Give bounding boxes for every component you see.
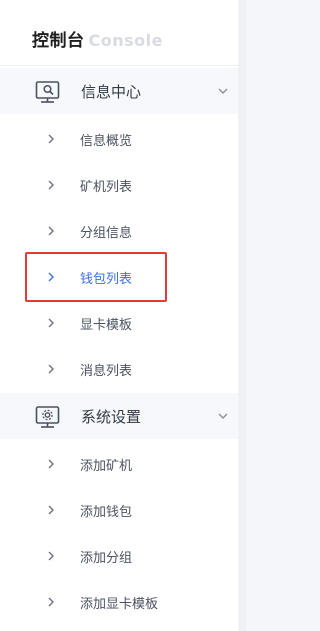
menu-item-message-list[interactable]: 消息列表 bbox=[0, 346, 238, 392]
menu-item-label: 信息概览 bbox=[80, 133, 133, 149]
menu-group-system-settings[interactable]: 系统设置 bbox=[0, 393, 238, 439]
chevron-right-icon bbox=[48, 226, 54, 236]
menu-item-label: 矿机列表 bbox=[80, 179, 133, 195]
brand-title: 控制台 bbox=[32, 31, 85, 51]
menu-item-label: 分组信息 bbox=[80, 225, 133, 241]
sidebar: 控制台 Console 信息中心 信息概览 矿机列表 分组信息 钱包列表 显卡模… bbox=[0, 0, 238, 631]
brand: 控制台 Console bbox=[32, 26, 163, 51]
menu-item-add-group[interactable]: 添加分组 bbox=[0, 533, 238, 579]
chevron-right-icon bbox=[48, 272, 54, 282]
menu-item-label: 钱包列表 bbox=[80, 271, 133, 287]
menu-item-label: 添加钱包 bbox=[80, 504, 133, 520]
monitor-report-icon bbox=[35, 81, 60, 103]
menu-item-info-overview[interactable]: 信息概览 bbox=[0, 116, 238, 162]
chevron-right-icon bbox=[48, 551, 54, 561]
chevron-right-icon bbox=[48, 364, 54, 374]
chevron-right-icon bbox=[48, 597, 54, 607]
menu-item-add-gpu-template[interactable]: 添加显卡模板 bbox=[0, 579, 238, 625]
chevron-right-icon bbox=[48, 180, 54, 190]
menu-item-gpu-template[interactable]: 显卡模板 bbox=[0, 300, 238, 346]
menu-group-label: 信息中心 bbox=[81, 82, 142, 101]
menu-item-label: 添加分组 bbox=[80, 550, 133, 566]
menu-item-group-info[interactable]: 分组信息 bbox=[0, 208, 238, 254]
chevron-down-icon bbox=[218, 413, 228, 419]
brand-subtitle: Console bbox=[88, 31, 163, 50]
chevron-right-icon bbox=[48, 318, 54, 328]
menu-item-wallet-list[interactable]: 钱包列表 bbox=[0, 254, 238, 300]
menu-item-add-wallet[interactable]: 添加钱包 bbox=[0, 487, 238, 533]
chevron-right-icon bbox=[48, 134, 54, 144]
menu-group-label: 系统设置 bbox=[81, 407, 142, 426]
chevron-right-icon bbox=[48, 505, 54, 515]
menu-item-label: 消息列表 bbox=[80, 363, 133, 379]
chevron-down-icon bbox=[218, 88, 228, 94]
chevron-right-icon bbox=[48, 459, 54, 469]
scrollbar-track[interactable] bbox=[238, 0, 246, 631]
menu-item-label: 添加矿机 bbox=[80, 458, 133, 474]
menu-item-label: 添加显卡模板 bbox=[80, 596, 159, 612]
divider bbox=[0, 65, 238, 66]
menu-item-miner-list[interactable]: 矿机列表 bbox=[0, 162, 238, 208]
menu-group-info-center[interactable]: 信息中心 bbox=[0, 68, 238, 114]
monitor-gear-icon bbox=[35, 406, 60, 428]
menu-item-label: 显卡模板 bbox=[80, 317, 133, 333]
menu-item-add-miner[interactable]: 添加矿机 bbox=[0, 441, 238, 487]
